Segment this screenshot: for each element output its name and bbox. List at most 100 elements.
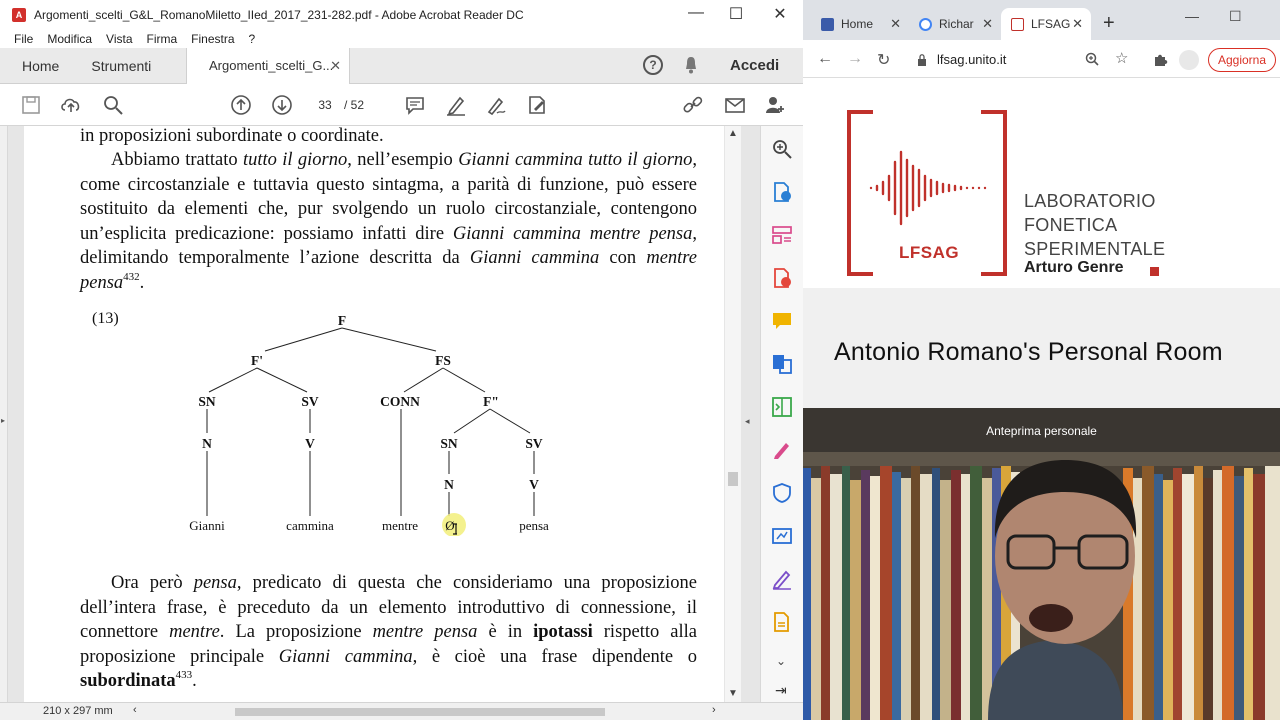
page-down-icon[interactable]: [271, 94, 293, 116]
chrome-tab-label: Home: [841, 17, 874, 31]
horizontal-scrollbar-thumb[interactable]: [235, 708, 605, 716]
new-tab-icon[interactable]: +: [1103, 13, 1115, 33]
tree-node-f-prime: F': [251, 353, 263, 368]
tab-document[interactable]: Argomenti_scelti_G... ✕: [186, 48, 350, 84]
close-tab-icon[interactable]: ✕: [1072, 8, 1083, 40]
chrome-tab-richard[interactable]: Richar ✕: [909, 8, 1001, 40]
page-total: / 52: [344, 98, 365, 112]
lab-name-person: Arturo Genre: [1024, 259, 1124, 276]
tree-leaf-pensa: pensa: [519, 518, 549, 533]
close-icon[interactable]: ✕: [760, 4, 800, 24]
collapse-pane-icon[interactable]: ⇥: [775, 682, 787, 699]
scroll-right-icon[interactable]: ›: [712, 704, 716, 716]
logo-red-square: [1150, 267, 1159, 276]
pdf-file-icon: A: [12, 8, 26, 22]
chrome-maximize-icon[interactable]: ☐: [1229, 8, 1242, 25]
menu-firma[interactable]: Firma: [147, 30, 178, 48]
paragraph-2: Ora però pensa, predicato di questa che …: [80, 573, 697, 692]
maximize-icon[interactable]: ☐: [716, 4, 756, 24]
edit-pdf-icon[interactable]: [771, 568, 793, 590]
zoom-magnifier-icon[interactable]: [1085, 52, 1099, 66]
chrome-tab-lfsag[interactable]: LFSAG ✕: [1001, 8, 1091, 40]
logo-lfsag-text: LFSAG: [899, 243, 960, 262]
tree-node-sn-2: SN: [440, 436, 458, 451]
more-tools-icon[interactable]: [771, 611, 793, 633]
organize-pages-icon[interactable]: [771, 224, 793, 246]
google-favicon-icon: [919, 18, 932, 31]
left-panel-toggle[interactable]: ▸: [0, 126, 8, 702]
update-button[interactable]: Aggiorna: [1208, 48, 1276, 72]
extensions-puzzle-icon[interactable]: [1153, 52, 1168, 67]
webcam-preview: [803, 408, 1280, 720]
vertical-scrollbar[interactable]: ▲ ▼: [725, 126, 741, 702]
page-up-icon[interactable]: [230, 94, 252, 116]
menu-vista[interactable]: Vista: [106, 30, 132, 48]
tree-node-n-2: N: [444, 477, 454, 492]
comment-tool-icon[interactable]: [771, 310, 793, 332]
close-tab-icon[interactable]: ✕: [890, 8, 901, 40]
fill-sign-icon[interactable]: [526, 94, 548, 116]
menu-modifica[interactable]: Modifica: [47, 30, 92, 48]
waveform-logo-icon: [869, 150, 987, 226]
tree-node-sv: SV: [301, 394, 319, 409]
scrollbar-thumb[interactable]: [728, 472, 738, 486]
menu-finestra[interactable]: Finestra: [191, 30, 234, 48]
acrobat-tabbar: Home Strumenti Argomenti_scelti_G... ✕ ?…: [0, 48, 803, 84]
zoom-icon[interactable]: [771, 138, 793, 160]
lab-name-line-3: SPERIMENTALE: [1024, 239, 1166, 259]
paragraph-1: Abbiamo trattato tutto il giorno, nell’e…: [80, 150, 698, 293]
menu-file[interactable]: File: [14, 30, 33, 48]
highlight-pen-icon[interactable]: [445, 94, 467, 116]
tab-document-label: Argomenti_scelti_G...: [209, 58, 334, 73]
export-pdf-icon[interactable]: [771, 181, 793, 203]
search-icon[interactable]: [102, 94, 124, 116]
footnote-marker: 432: [123, 270, 140, 283]
help-icon[interactable]: ?: [643, 55, 663, 75]
minimize-icon[interactable]: —: [676, 4, 716, 22]
upload-cloud-icon[interactable]: [60, 94, 82, 116]
chrome-minimize-icon[interactable]: —: [1185, 8, 1199, 24]
save-icon[interactable]: [20, 94, 42, 116]
expand-left-icon[interactable]: ▸: [1, 416, 5, 425]
home-favicon-icon: [821, 18, 834, 31]
address-bar[interactable]: lfsag.unito.it: [907, 46, 1143, 74]
email-icon[interactable]: [724, 94, 746, 116]
close-tab-icon[interactable]: ✕: [330, 48, 341, 84]
close-tab-icon[interactable]: ✕: [982, 8, 993, 40]
page-number-input[interactable]: 33: [311, 94, 339, 116]
share-link-icon[interactable]: [682, 94, 704, 116]
compress-icon[interactable]: [771, 396, 793, 418]
scroll-up-icon[interactable]: ▲: [727, 128, 739, 139]
back-icon[interactable]: ←: [817, 50, 833, 68]
menu-bar: File Modifica Vista Firma Finestra ?: [0, 30, 803, 48]
tab-home[interactable]: Home: [0, 48, 75, 84]
scroll-down-icon[interactable]: ▼: [727, 688, 739, 699]
lab-name-line-2: FONETICA: [1024, 215, 1118, 235]
notification-bell-icon[interactable]: [684, 56, 698, 74]
bookmark-star-icon[interactable]: ☆: [1115, 49, 1128, 67]
add-user-icon[interactable]: [764, 94, 786, 116]
draw-sign-icon[interactable]: [485, 94, 507, 116]
sign-in-button[interactable]: Accedi: [730, 48, 779, 84]
protect-shield-icon[interactable]: [771, 482, 793, 504]
menu-help[interactable]: ?: [249, 30, 256, 48]
send-for-signature-icon[interactable]: [771, 525, 793, 547]
chrome-tab-home[interactable]: Home ✕: [811, 8, 909, 40]
fill-sign-tool-icon[interactable]: [771, 439, 793, 461]
window-title: Argomenti_scelti_G&L_RomanoMiletto_IIed_…: [34, 8, 524, 22]
scroll-left-icon[interactable]: ‹: [133, 704, 137, 716]
tab-tools[interactable]: Strumenti: [75, 48, 167, 84]
expand-tools-icon[interactable]: ⌄: [776, 654, 786, 668]
footnote-marker-2: 433: [175, 669, 193, 682]
create-pdf-icon[interactable]: [771, 267, 793, 289]
comment-icon[interactable]: [404, 94, 426, 116]
reload-icon[interactable]: ↻: [877, 50, 890, 70]
profile-avatar-icon[interactable]: [1179, 50, 1199, 70]
forward-icon[interactable]: →: [847, 50, 863, 68]
lfsag-header: LFSAG LABORATORIO FONETICA SPERIMENTALE …: [803, 78, 1280, 288]
tree-node-sv-2: SV: [525, 436, 543, 451]
collapse-panel-icon[interactable]: ◂: [745, 416, 750, 427]
tree-node-fs: FS: [435, 353, 451, 368]
combine-files-icon[interactable]: [771, 353, 793, 375]
page-size-label: 210 x 297 mm: [43, 705, 113, 717]
